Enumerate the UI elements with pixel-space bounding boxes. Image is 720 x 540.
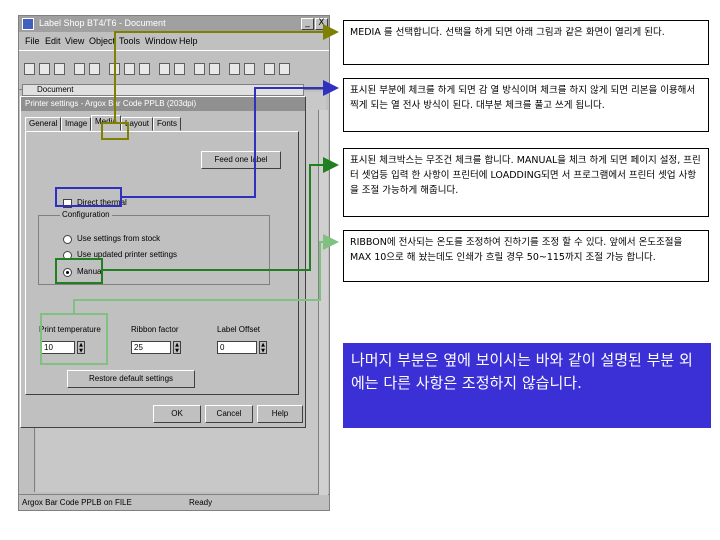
cancel-button[interactable]: Cancel xyxy=(205,405,253,423)
label-offset-stepper[interactable]: ▲ ▼ xyxy=(259,341,267,354)
new-icon[interactable] xyxy=(24,63,35,75)
configuration-label: Configuration xyxy=(60,210,112,219)
document-bar: Document xyxy=(22,84,304,96)
zoom-in-icon[interactable] xyxy=(194,63,205,75)
ribbon-factor-stepper[interactable]: ▲ ▼ xyxy=(173,341,181,354)
grid-icon[interactable] xyxy=(264,63,275,75)
zoom-out-icon[interactable] xyxy=(209,63,220,75)
print-icon[interactable] xyxy=(74,63,85,75)
align-icon[interactable] xyxy=(229,63,240,75)
dialog-title-bar: Printer settings - Argox Bar Code PPLB (… xyxy=(21,97,305,111)
note-manual: 표시된 체크박스는 무조건 체크를 합니다. MANUAL을 체크 하게 되면 … xyxy=(343,148,709,217)
app-title: Label Shop BT4/T6 - Document xyxy=(39,18,166,28)
note-temperature: RIBBON에 전사되는 온도를 조정하여 진하기를 조정 할 수 있다. 앞에… xyxy=(343,230,709,282)
media-tab-highlight xyxy=(101,122,129,140)
close-button[interactable]: X xyxy=(315,18,328,30)
wizard-icon[interactable] xyxy=(279,63,290,75)
app-icon xyxy=(22,18,34,30)
label-offset-label: Label Offset xyxy=(217,325,260,334)
menu-help[interactable]: Help xyxy=(179,36,198,46)
label-offset-input[interactable]: 0 xyxy=(217,341,257,354)
cut-icon[interactable] xyxy=(109,63,120,75)
restore-defaults-button[interactable]: Restore default settings xyxy=(67,370,195,388)
menu-view[interactable]: View xyxy=(65,36,84,46)
help-button[interactable]: Help xyxy=(257,405,303,423)
status-state: Ready xyxy=(189,498,213,507)
menu-edit[interactable]: Edit xyxy=(45,36,61,46)
dialog-title: Printer settings - Argox Bar Code PPLB (… xyxy=(25,99,197,108)
manual-highlight xyxy=(55,258,103,284)
undo-icon[interactable] xyxy=(159,63,170,75)
status-printer: Argox Bar Code PPLB on FILE xyxy=(22,498,132,507)
menu-bar: File Edit View Object Tools Window Help xyxy=(19,34,329,48)
ok-button[interactable]: OK xyxy=(153,405,201,423)
feed-label-button[interactable]: Feed one label xyxy=(201,151,281,169)
tab-fonts[interactable]: Fonts xyxy=(153,117,182,131)
minimize-button[interactable]: _ xyxy=(301,18,314,30)
menu-file[interactable]: File xyxy=(25,36,40,46)
tab-general[interactable]: General xyxy=(25,117,62,131)
menu-tools[interactable]: Tools xyxy=(119,36,140,46)
direct-thermal-highlight xyxy=(55,187,122,207)
status-bar: Argox Bar Code PPLB on FILE Ready xyxy=(19,494,329,510)
note-direct-thermal: 표시된 부분에 체크를 하게 되면 감 열 방식이며 체크를 하지 않게 되면 … xyxy=(343,78,709,132)
print-temperature-highlight xyxy=(40,313,108,365)
document-title: Document xyxy=(37,85,74,94)
ribbon-factor-label: Ribbon factor xyxy=(131,325,179,334)
preview-icon[interactable] xyxy=(89,63,100,75)
paste-icon[interactable] xyxy=(139,63,150,75)
open-icon[interactable] xyxy=(39,63,50,75)
ribbon-factor-input[interactable]: 25 xyxy=(131,341,171,354)
title-bar: Label Shop BT4/T6 - Document _ X xyxy=(19,16,329,32)
note-summary: 나머지 부분은 옆에 보이시는 바와 같이 설명된 부분 외에는 다른 사항은 … xyxy=(343,343,711,428)
vertical-scrollbar[interactable] xyxy=(318,110,328,495)
database-icon[interactable] xyxy=(244,63,255,75)
tab-image[interactable]: Image xyxy=(61,117,92,131)
copy-icon[interactable] xyxy=(124,63,135,75)
save-icon[interactable] xyxy=(54,63,65,75)
menu-window[interactable]: Window xyxy=(145,36,177,46)
tab-strip: General Image Media Layout Fonts xyxy=(25,115,295,131)
note-media: MEDIA 를 선택합니다. 선택을 하게 되면 아래 그림과 같은 화면이 열… xyxy=(343,20,709,65)
redo-icon[interactable] xyxy=(174,63,185,75)
menu-object[interactable]: Object xyxy=(89,36,115,46)
